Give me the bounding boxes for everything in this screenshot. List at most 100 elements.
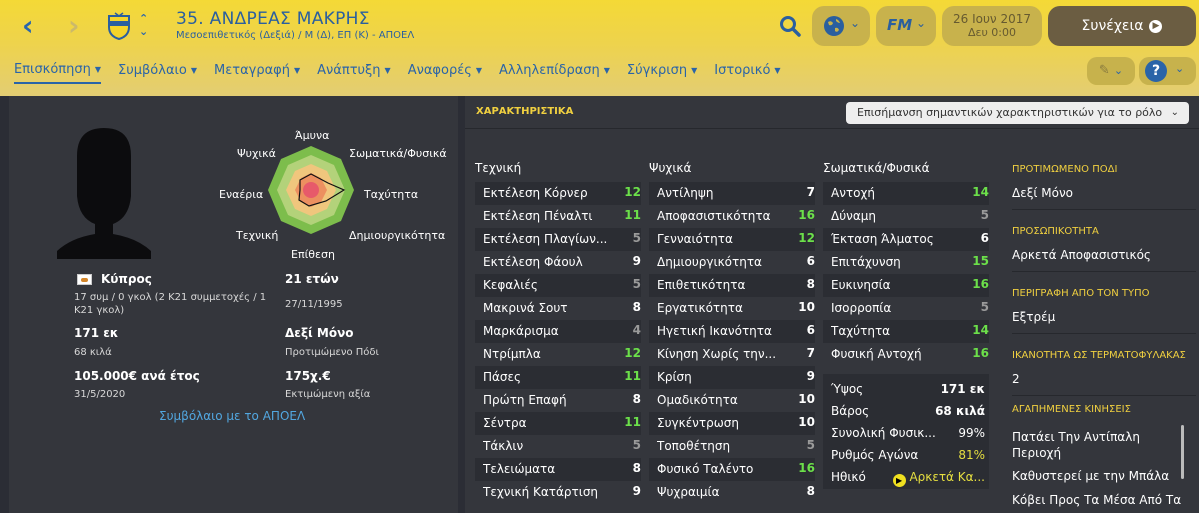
player-profile-panel: Άμυνα Σωματικά/Φυσικά Ταχύτητα Δημιουργι… [9,96,458,513]
preferred-foot-value: Δεξί Μόνο [285,326,354,340]
attribute-row[interactable]: Μαρκάρισμα 4 [475,320,641,343]
attribute-name: Κρίση [657,370,692,384]
attribute-row[interactable]: Συγκέντρωση 10 [649,412,815,435]
tab-contract[interactable]: Συμβόλαιο ▼ [118,62,197,84]
attribute-row[interactable]: Κεφαλιές 5 [475,274,641,297]
tab-history[interactable]: Ιστορικό ▼ [714,62,780,84]
attribute-name: Επιτάχυνση [831,255,901,269]
attribute-name: Ευκινησία [831,278,891,292]
attribute-name: Φυσική Αντοχή [831,347,922,361]
attribute-row[interactable]: Εκτέλεση Κόρνερ 12 [475,182,641,205]
attribute-name: Συγκέντρωση [657,416,739,430]
attribute-row[interactable]: Επιτάχυνση 15 [823,251,989,274]
attribute-row[interactable]: Έκταση Άλματος 6 [823,228,989,251]
attribute-row[interactable]: Εργατικότητα 10 [649,297,815,320]
attribute-row[interactable]: Ισορροπία 5 [823,297,989,320]
attribute-row[interactable]: Κρίση 9 [649,366,815,389]
weight-value: 68 κιλά [935,404,985,418]
attribute-value: 5 [806,438,815,452]
attribute-name: Ισορροπία [831,301,892,315]
continue-label: Συνέχεια [1081,18,1144,34]
nationality: Κύπρος [101,272,152,286]
continue-button[interactable]: Συνέχεια ▶ [1048,6,1196,46]
tab-compare[interactable]: Σύγκριση ▼ [627,62,697,84]
attribute-name: Αντίληψη [657,186,714,200]
attribute-row[interactable]: Αντοχή 14 [823,182,989,205]
highlight-role-select[interactable]: Επισήμανση σημαντικών χαρακτηριστικών γι… [846,102,1189,124]
attribute-row[interactable]: Δημιουργικότητα 6 [649,251,815,274]
pencil-icon: ✎ [1098,63,1110,78]
physical-header: Σωματικά/Φυσικά [823,161,930,175]
tab-overview[interactable]: Επισκόπηση ▼ [14,62,101,84]
attributes-title: ΧΑΡΑΚΤΗΡΙΣΤΙΚΑ [476,106,574,117]
morale-value: Αρκετά Κα... [909,470,985,484]
attribute-row[interactable]: Αντίληψη 7 [649,182,815,205]
chevron-down-icon[interactable]: ⌄ [139,26,148,37]
weight-value: 68 κιλά [74,347,112,358]
attribute-name: Ταχύτητα [831,324,891,338]
search-icon[interactable] [778,14,802,38]
attribute-row[interactable]: Αποφασιστικότητα 16 [649,205,815,228]
attribute-value: 8 [632,461,641,475]
cyprus-flag-icon [77,274,92,285]
help-menu-button[interactable]: ? ⌄ [1139,57,1196,85]
attribute-row[interactable]: Μακρινά Σουτ 8 [475,297,641,320]
attribute-value: 10 [798,415,815,429]
attribute-row[interactable]: Ψυχραιμία 8 [649,481,815,504]
attribute-row[interactable]: Δύναμη 5 [823,205,989,228]
radar-label-defence: Άμυνα [295,129,330,142]
attribute-value: 12 [624,346,641,360]
attribute-row[interactable]: Ταχύτητα 14 [823,320,989,343]
attribute-row[interactable]: Φυσική Αντοχή 16 [823,343,989,366]
contract-link[interactable]: Συμβόλαιο με το ΑΠΟΕΛ [159,409,305,423]
tab-interaction[interactable]: Αλληλεπίδραση ▼ [499,62,610,84]
attribute-row[interactable]: Σέντρα 11 [475,412,641,435]
contract-expiry: 31/5/2020 [74,389,126,400]
edit-menu-button[interactable]: ✎ ⌄ [1087,57,1135,85]
date-display[interactable]: 26 Ιουν 2017 Δευ 0:00 [942,6,1042,46]
attribute-row[interactable]: Εκτέλεση Πλαγίων... 5 [475,228,641,251]
attribute-value: 8 [806,484,815,498]
attribute-row[interactable]: Εκτέλεση Φάουλ 9 [475,251,641,274]
attribute-row[interactable]: Κίνηση Χωρίς την... 7 [649,343,815,366]
attribute-row[interactable]: Ηγετική Ικανότητα 6 [649,320,815,343]
attribute-value: 8 [806,277,815,291]
attribute-row[interactable]: Εκτέλεση Πέναλτι 11 [475,205,641,228]
chevron-down-icon: ⌄ [1175,62,1185,75]
attribute-name: Τάκλιν [483,439,524,453]
morale-arrow-icon: ▶ [892,474,906,487]
attribute-row[interactable]: Ομαδικότητα 10 [649,389,815,412]
scrollbar[interactable] [1181,425,1184,479]
tab-reports[interactable]: Αναφορές ▼ [408,62,482,84]
weight-label: Βάρος [831,404,870,418]
fm-menu-button[interactable]: FM ⌄ [876,6,936,46]
tab-development[interactable]: Ανάπτυξη ▼ [317,62,391,84]
attribute-row[interactable]: Τεχνική Κατάρτιση 9 [475,481,641,504]
attribute-name: Μαρκάρισμα [483,324,559,338]
forward-arrow-icon[interactable]: › [68,12,80,40]
preferred-move-item: Κόβει Προς Τα Μέσα Από Τα [1012,493,1182,507]
attribute-row[interactable]: Ευκινησία 16 [823,274,989,297]
tab-transfer[interactable]: Μεταγραφή ▼ [214,62,300,84]
attribute-row[interactable]: Τοποθέτηση 5 [649,435,815,458]
attribute-row[interactable]: Γενναιότητα 12 [649,228,815,251]
attribute-value: 16 [798,461,815,475]
attribute-row[interactable]: Τελειώματα 8 [475,458,641,481]
radar-label-physical: Σωματικά/Φυσικά [349,147,447,160]
back-arrow-icon[interactable]: ‹ [22,12,34,40]
attribute-row[interactable]: Φυσικό Ταλέντο 16 [649,458,815,481]
attribute-name: Εκτέλεση Φάουλ [483,255,583,269]
attribute-row[interactable]: Πάσες 11 [475,366,641,389]
chevron-up-icon[interactable]: ⌃ [139,13,148,24]
attribute-name: Κίνηση Χωρίς την... [657,347,777,361]
attribute-name: Μακρινά Σουτ [483,301,568,315]
attribute-value: 9 [632,254,641,268]
attribute-row[interactable]: Τάκλιν 5 [475,435,641,458]
attribute-row[interactable]: Επιθετικότητα 8 [649,274,815,297]
attribute-row[interactable]: Ντρίμπλα 12 [475,343,641,366]
attribute-row[interactable]: Πρώτη Επαφή 8 [475,389,641,412]
preferred-move-item: Πατάει Την Αντίπαλη [1012,430,1140,444]
world-menu-button[interactable]: ⌄ [812,6,870,46]
tab-label: Σύγκριση [626,63,688,78]
attribute-value: 12 [624,185,641,199]
